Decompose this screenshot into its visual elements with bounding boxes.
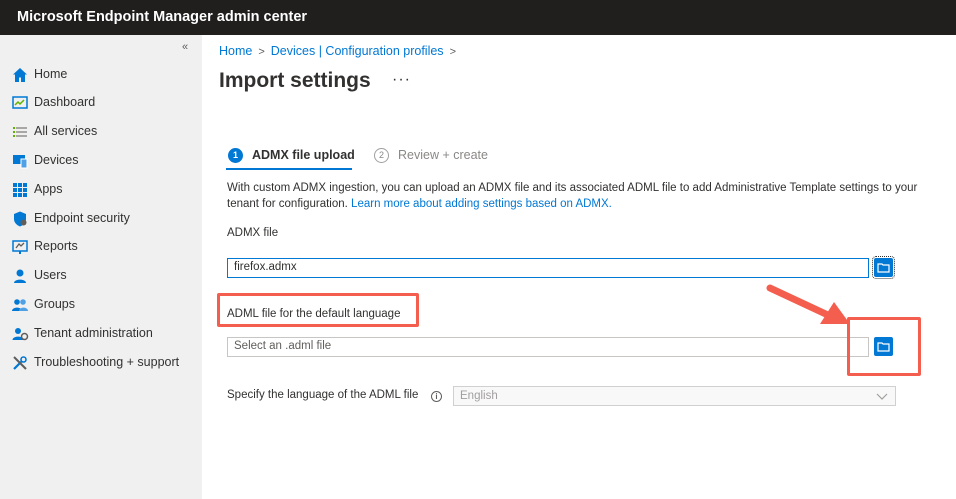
- sidebar-item-label: Apps: [34, 182, 63, 196]
- step-number: 2: [374, 147, 389, 163]
- home-icon: [13, 68, 27, 82]
- sidebar-item-home[interactable]: Home: [0, 61, 202, 89]
- step-number: 1: [228, 147, 243, 163]
- adml-file-input[interactable]: Select an .adml file: [227, 337, 869, 357]
- apps-icon: [13, 183, 27, 197]
- tab-admx-file-upload[interactable]: 1 ADMX file upload: [228, 144, 355, 166]
- groups-icon: [12, 299, 28, 311]
- sidebar-item-devices[interactable]: Devices: [0, 147, 202, 175]
- browse-button-highlight-box: [847, 317, 921, 376]
- sidebar-item-label: Troubleshooting + support: [34, 355, 180, 369]
- info-icon[interactable]: i: [431, 391, 442, 402]
- sidebar-item-groups[interactable]: Groups: [0, 291, 202, 319]
- list-icon: [13, 127, 27, 137]
- breadcrumb-home[interactable]: Home: [219, 44, 252, 58]
- chevron-down-icon: [876, 393, 888, 400]
- devices-icon: [13, 155, 28, 169]
- adml-file-label: ADML file for the default language: [227, 308, 401, 320]
- sidebar-item-users[interactable]: Users: [0, 262, 202, 290]
- top-bar: Microsoft Endpoint Manager admin center: [0, 0, 956, 35]
- step-label: ADMX file upload: [252, 148, 355, 162]
- dashboard-icon: [12, 96, 28, 109]
- sidebar-item-endpoint-security[interactable]: Endpoint security: [0, 205, 202, 233]
- sidebar-item-label: Users: [34, 268, 67, 282]
- breadcrumb-separator: >: [258, 46, 265, 58]
- breadcrumb-devices-configuration-profiles[interactable]: Devices | Configuration profiles: [271, 44, 444, 58]
- user-icon: [14, 269, 26, 283]
- admx-browse-button[interactable]: [872, 256, 895, 279]
- page-title: Import settings: [219, 69, 371, 92]
- active-step-indicator: [226, 168, 352, 170]
- sidebar-item-label: Tenant administration: [34, 326, 153, 340]
- admx-file-label: ADMX file: [227, 227, 279, 239]
- language-select[interactable]: English: [453, 386, 896, 406]
- main-content: Home > Devices | Configuration profiles > I…: [202, 35, 956, 499]
- annotation-arrow-icon: [766, 284, 850, 324]
- sidebar-item-dashboard[interactable]: Dashboard: [0, 89, 202, 117]
- sidebar-item-reports[interactable]: Reports: [0, 233, 202, 261]
- folder-icon: [877, 263, 890, 273]
- shield-icon: [14, 211, 27, 227]
- reports-icon: [12, 240, 28, 254]
- tools-icon: [13, 356, 27, 370]
- tenant-admin-icon: [12, 328, 29, 341]
- sidebar-item-label: Devices: [34, 153, 79, 167]
- sidebar-item-label: Endpoint security: [34, 211, 130, 225]
- adml-language-label: Specify the language of the ADML file: [227, 389, 419, 401]
- tab-review-create[interactable]: 2 Review + create: [374, 144, 488, 166]
- sidebar-item-label: All services: [34, 124, 98, 138]
- sidebar-item-troubleshooting-support[interactable]: Troubleshooting + support: [0, 349, 202, 377]
- breadcrumb-separator: >: [449, 46, 456, 58]
- sidebar-item-label: Home: [34, 67, 68, 81]
- app-title[interactable]: Microsoft Endpoint Manager admin center: [17, 9, 307, 25]
- sidebar-item-tenant-administration[interactable]: Tenant administration: [0, 320, 202, 348]
- admx-file-input[interactable]: firefox.admx: [227, 258, 869, 278]
- more-options-button[interactable]: ···: [392, 71, 411, 89]
- sidebar-item-apps[interactable]: Apps: [0, 176, 202, 204]
- sidebar-item-label: Groups: [34, 297, 75, 311]
- sidebar-item-label: Reports: [34, 239, 78, 253]
- step-label: Review + create: [398, 148, 488, 162]
- description: With custom ADMX ingestion, you can uplo…: [227, 180, 927, 212]
- sidebar: « Home Dashboard All services Devices Ap…: [0, 35, 202, 499]
- collapse-sidebar-icon[interactable]: «: [182, 41, 188, 53]
- sidebar-item-label: Dashboard: [34, 95, 96, 109]
- language-select-value: English: [460, 390, 498, 402]
- learn-more-link[interactable]: Learn more about adding settings based o…: [351, 198, 612, 210]
- sidebar-item-all-services[interactable]: All services: [0, 118, 202, 146]
- breadcrumb: Home > Devices | Configuration profiles >: [219, 44, 462, 58]
